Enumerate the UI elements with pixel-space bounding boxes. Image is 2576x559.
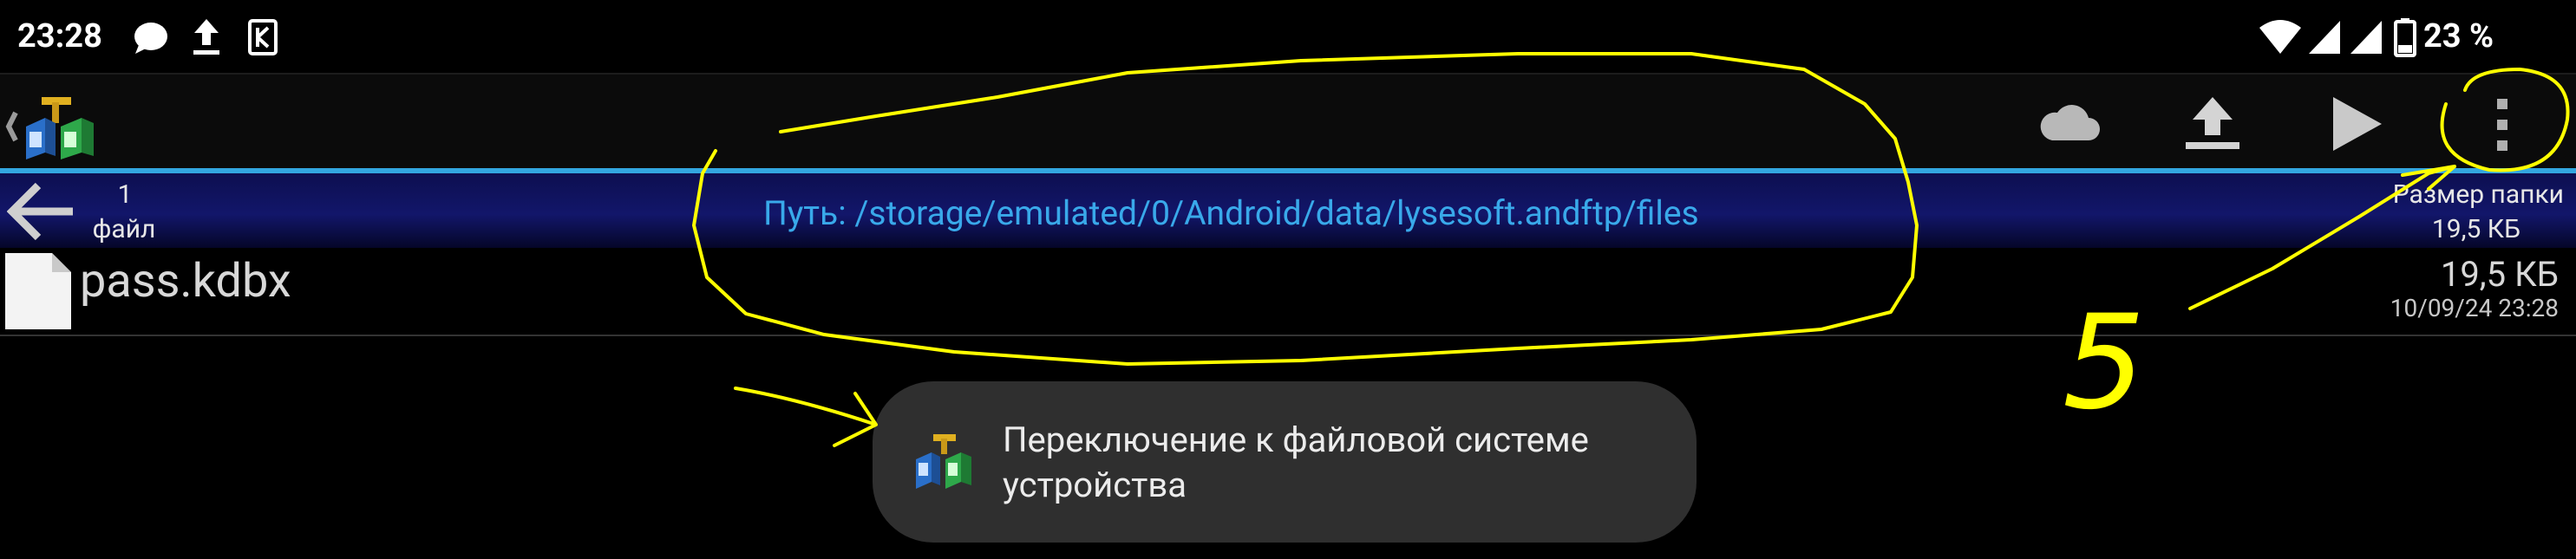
app-home-button[interactable] [3,95,116,161]
status-bar: 23:28 23 % [0,0,2576,71]
signal-icon [2309,21,2340,54]
file-size: 19,5 КБ [2440,254,2559,295]
signal-icon-2 [2350,21,2382,54]
toast-app-icon [916,434,971,489]
battery-percent: 23 % [2423,17,2494,55]
play-icon[interactable] [2328,94,2385,154]
file-name: pass.kdbx [80,254,291,309]
app-logo-icon [5,97,94,159]
file-row[interactable] [0,248,2576,336]
chat-bubble-icon [134,23,167,54]
cloud-icon[interactable] [2037,102,2101,144]
folder-size-label: Размер папки [2392,179,2564,210]
battery-icon [2394,18,2416,57]
back-arrow-icon[interactable] [7,182,76,241]
file-count-unit: файл [92,214,156,244]
upload-icon[interactable] [2182,95,2243,153]
status-time: 23:28 [17,17,102,55]
notification-app-icon [248,19,278,55]
file-count: 1 [117,179,133,210]
file-icon [5,253,71,329]
folder-size-value: 19,5 КБ [2431,214,2520,244]
wifi-icon [2259,20,2301,54]
upload-status-icon [193,19,219,55]
file-date: 10/09/24 23:28 [2390,294,2559,322]
more-vert-icon[interactable] [2489,94,2515,156]
toast-message: Переключение к файловой системе устройст… [1003,419,1589,505]
annotation-arrow-toast [734,387,878,447]
current-path: Путь: /storage/emulated/0/Android/data/l… [763,193,1699,233]
